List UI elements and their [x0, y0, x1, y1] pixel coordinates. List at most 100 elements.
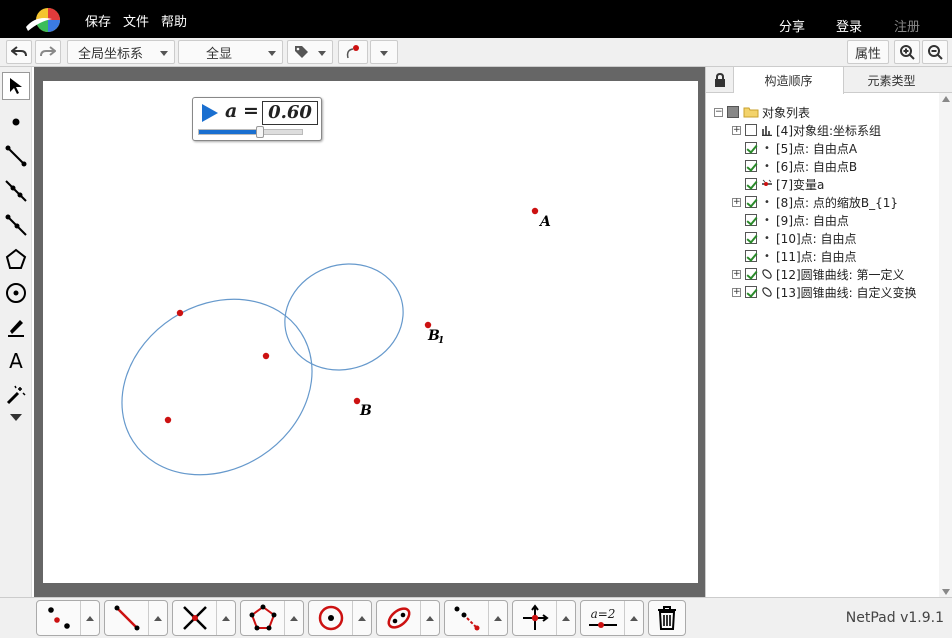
- play-icon[interactable]: [201, 103, 219, 123]
- dropdown-arrow[interactable]: [80, 601, 99, 635]
- version-label: NetPad v1.9.1: [845, 610, 944, 626]
- bottom-trace-tool[interactable]: [444, 600, 508, 636]
- free-point[interactable]: [164, 416, 172, 424]
- trash-icon: [658, 606, 676, 630]
- bottom-segment-tool[interactable]: [104, 600, 168, 636]
- circle-icon: [318, 605, 344, 631]
- tree-item-label: [7]变量a: [776, 177, 825, 192]
- point-icon: •: [764, 142, 770, 154]
- visibility-checkbox[interactable]: [745, 142, 757, 154]
- visibility-checkbox[interactable]: [745, 268, 757, 280]
- points-icon: [48, 607, 70, 629]
- visibility-checkbox[interactable]: [745, 196, 757, 208]
- tree-item-label: [6]点: 自由点B: [776, 159, 858, 174]
- axes-icon: [523, 604, 549, 630]
- bottom-point-tool[interactable]: [36, 600, 100, 636]
- free-point[interactable]: [262, 352, 270, 360]
- root-checkbox[interactable]: [727, 106, 739, 118]
- panel-scrollbar[interactable]: [939, 93, 952, 598]
- dropdown-arrow[interactable]: [420, 601, 439, 635]
- tree-item[interactable]: • [9]点: 自由点: [732, 211, 849, 229]
- expand-icon[interactable]: +: [732, 125, 741, 135]
- dropdown-arrow[interactable]: [488, 601, 507, 635]
- point-icon: •: [764, 250, 770, 262]
- visibility-checkbox[interactable]: [745, 232, 757, 244]
- slider-icon: [589, 621, 617, 628]
- dropdown-arrow[interactable]: [148, 601, 167, 635]
- expand-icon[interactable]: +: [732, 287, 741, 297]
- object-panel: 构造顺序 元素类型 − 对象列表 + [4]对象组:坐标系组 • [5]点: 自由点A…: [705, 67, 952, 598]
- slider-fill: [199, 130, 261, 134]
- tree-item[interactable]: • [10]点: 自由点: [732, 229, 857, 247]
- dropdown-arrow[interactable]: [624, 601, 643, 635]
- conic-icon: [762, 287, 772, 297]
- conic-custom-transform[interactable]: [270, 248, 418, 387]
- slider-thumb[interactable]: [255, 126, 264, 138]
- slider-track[interactable]: [198, 129, 303, 135]
- tree-item[interactable]: + • [8]点: 点的缩放B_{1}: [732, 193, 898, 211]
- scroll-down-icon: [942, 589, 950, 595]
- tab-construction-order[interactable]: 构造顺序: [734, 67, 844, 94]
- variable-equals: =: [243, 100, 259, 122]
- dropdown-arrow[interactable]: [556, 601, 575, 635]
- point-icon: •: [764, 196, 770, 208]
- tree-item-label: [11]点: 自由点: [776, 249, 857, 264]
- tree-item[interactable]: • [5]点: 自由点A: [732, 139, 857, 157]
- visibility-checkbox[interactable]: [745, 178, 757, 190]
- visibility-checkbox[interactable]: [745, 160, 757, 172]
- delete-button[interactable]: [648, 600, 686, 636]
- visibility-checkbox[interactable]: [745, 286, 757, 298]
- ellipse-icon: [387, 607, 411, 629]
- tree-item[interactable]: • [11]点: 自由点: [732, 247, 857, 265]
- dotted-path-icon: [454, 606, 480, 631]
- visibility-checkbox[interactable]: [745, 214, 757, 226]
- netpad-app: 保存 文件 帮助 分享 登录 注册 全局坐标系 全显 属性 A A B 1 B …: [0, 0, 952, 638]
- intersection-icon: [183, 606, 207, 630]
- variable-value-field[interactable]: 0.60: [262, 101, 318, 125]
- tree-item[interactable]: + [4]对象组:坐标系组: [732, 121, 881, 139]
- collapse-icon[interactable]: −: [714, 107, 723, 117]
- variable-slider-widget: a = 0.60: [192, 97, 322, 141]
- polygon-icon: [249, 604, 277, 631]
- expand-icon[interactable]: +: [732, 197, 741, 207]
- bottom-polygon-tool[interactable]: [240, 600, 304, 636]
- label-b: B: [359, 403, 372, 419]
- bottom-coordinate-tool[interactable]: [512, 600, 576, 636]
- tab-element-types[interactable]: 元素类型: [844, 67, 939, 93]
- tree-item-label: [10]点: 自由点: [776, 231, 857, 246]
- lock-icon: [714, 73, 725, 87]
- segment-icon: [114, 605, 140, 631]
- bottom-circle-tool[interactable]: [308, 600, 372, 636]
- point-a[interactable]: [531, 207, 539, 215]
- variable-name: a: [225, 100, 238, 122]
- tree-item[interactable]: [7]变量a: [732, 175, 824, 193]
- conic-first-definition[interactable]: [88, 264, 345, 510]
- tree-item[interactable]: + [13]圆锥曲线: 自定义变换: [732, 283, 917, 301]
- scroll-up-icon: [942, 96, 950, 102]
- label-b1-subscript: 1: [438, 336, 444, 346]
- conic-icon: [762, 269, 772, 279]
- tree-root[interactable]: − 对象列表: [714, 103, 810, 121]
- dropdown-arrow[interactable]: [284, 601, 303, 635]
- tree-item-label: [8]点: 点的缩放B_{1}: [776, 195, 898, 210]
- variable-icon: [762, 179, 772, 186]
- tree-item[interactable]: • [6]点: 自由点B: [732, 157, 857, 175]
- bottom-variable-tool[interactable]: a=2: [580, 600, 644, 636]
- chart-icon: [762, 125, 772, 136]
- panel-tabs: 构造顺序 元素类型: [706, 67, 952, 94]
- lock-tab[interactable]: [706, 67, 734, 93]
- visibility-checkbox[interactable]: [745, 124, 757, 136]
- label-a: A: [538, 214, 551, 230]
- bottom-intersection-tool[interactable]: [172, 600, 236, 636]
- folder-icon: [743, 107, 759, 118]
- dropdown-arrow[interactable]: [352, 601, 371, 635]
- dropdown-arrow[interactable]: [216, 601, 235, 635]
- point-icon: •: [764, 160, 770, 172]
- free-point[interactable]: [176, 309, 184, 317]
- bottom-conic-tool[interactable]: [376, 600, 440, 636]
- tree-item[interactable]: + [12]圆锥曲线: 第一定义: [732, 265, 905, 283]
- tree-item-label: [9]点: 自由点: [776, 213, 849, 228]
- visibility-checkbox[interactable]: [745, 250, 757, 262]
- expand-icon[interactable]: +: [732, 269, 741, 279]
- tree-item-label: [5]点: 自由点A: [776, 141, 858, 156]
